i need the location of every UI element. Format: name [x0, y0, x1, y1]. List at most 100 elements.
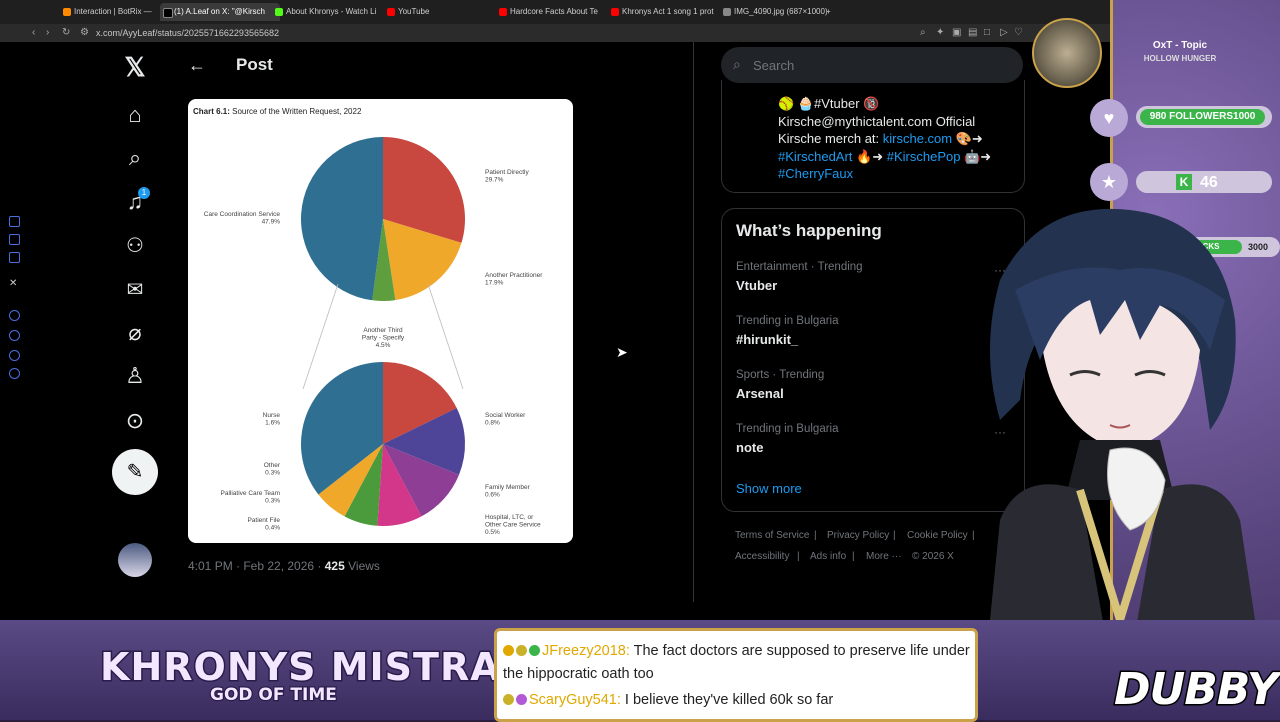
more-icon[interactable]: ⊙	[120, 406, 150, 436]
play-icon[interactable]: ▷	[1000, 27, 1008, 38]
extension-icon[interactable]	[9, 234, 20, 245]
x-logo-icon[interactable]: 𝕏	[120, 52, 150, 82]
follow-icon[interactable]: ⚇	[120, 231, 150, 261]
tab-x-post[interactable]: (1) A.Leaf on X: "@Kirsch	[160, 3, 280, 21]
chat-username[interactable]: ScaryGuy541:	[529, 692, 621, 708]
settings-icon[interactable]	[9, 368, 20, 379]
url-field[interactable]: x.com/AyyLeaf/status/2025571662293565682	[96, 24, 279, 42]
extension-icon[interactable]: ▤	[968, 27, 977, 38]
pie-data-label: Another Practitioner 17.9%	[485, 272, 543, 287]
merch-link[interactable]: kirsche.com	[883, 131, 952, 146]
footer-link[interactable]: More ···	[866, 551, 902, 562]
heart-icon: ♥	[1090, 99, 1128, 137]
star-icon: ★	[1090, 163, 1128, 201]
zoom-icon[interactable]: ⌕	[920, 27, 926, 38]
album-art	[1032, 18, 1102, 88]
forward-icon[interactable]: ›	[46, 27, 49, 38]
pie-connector-line	[302, 283, 339, 390]
tab-image[interactable]: IMG_4090.jpg (687×1000)	[720, 3, 838, 21]
new-tab-button[interactable]: +	[826, 3, 840, 21]
pie-data-label: Other 0.3%	[264, 462, 281, 477]
messages-icon[interactable]: ✉	[120, 275, 150, 305]
back-icon[interactable]: ‹	[32, 27, 35, 38]
pie-data-label: Care Coordination Service 47.9%	[204, 211, 281, 226]
search-placeholder: Search	[753, 58, 795, 73]
chat-text: I believe they've killed 60k so far	[620, 692, 834, 708]
compose-post-button[interactable]: ✎	[112, 449, 158, 495]
tab-botrix[interactable]: Interaction | BotRix —	[60, 3, 170, 21]
pie-data-label: Patient File 0.4%	[247, 517, 280, 532]
side-extension-bar: ✕	[6, 210, 22, 390]
home-icon[interactable]: ⌂	[120, 100, 150, 130]
footer-link[interactable]: Terms of Service	[735, 530, 809, 541]
trend-item[interactable]: note	[736, 440, 763, 455]
pie-data-label: Another Third Party - Specify 4.5%	[362, 327, 405, 349]
extension-icon[interactable]: □	[984, 27, 990, 38]
post-image-chart[interactable]: Chart 6.1: Source of the Written Request…	[188, 99, 573, 543]
grok-icon[interactable]: ⌀	[120, 318, 150, 348]
extension-icon[interactable]	[9, 310, 20, 321]
streamer-logo-subtitle: GOD OF TIME	[209, 684, 338, 707]
chat-username[interactable]: JFreezy2018:	[542, 643, 630, 659]
browser-window: Interaction | BotRix — (1) A.Leaf on X: …	[0, 0, 1113, 620]
hashtag-link[interactable]: #KirschePop	[887, 149, 961, 164]
tab-favicon	[63, 8, 71, 16]
trend-item[interactable]: Arsenal	[736, 386, 784, 401]
tab-khronys-song[interactable]: Khronys Act 1 song 1 prot	[608, 3, 726, 21]
hashtag-link[interactable]: #KirschedArt	[778, 149, 852, 164]
svg-text:Chart 6.1: Source of the Writt: Chart 6.1: Source of the Written Request…	[193, 107, 362, 116]
footer-link[interactable]: Accessibility	[735, 551, 789, 562]
notification-badge: 1	[138, 187, 150, 199]
hashtag-link[interactable]: #CherryFaux	[778, 166, 853, 181]
gift-badge-icon	[516, 694, 527, 705]
views-count: 425	[324, 559, 345, 573]
tab-youtube[interactable]: YouTube	[384, 3, 498, 21]
trend-item[interactable]: #hirunkit_	[736, 332, 798, 347]
chart-subtitle: Source of the Written Request, 2022	[232, 107, 362, 116]
x-icon[interactable]: ✕	[9, 278, 17, 289]
footer-link[interactable]: Privacy Policy	[827, 530, 889, 541]
trend-meta: Sports · Trending	[736, 369, 825, 381]
now-playing-title: OxT - Topic	[1152, 40, 1208, 51]
show-more-link[interactable]: Show more	[736, 481, 802, 496]
chat-message: ScaryGuy541: I believe they've killed 60…	[503, 692, 833, 708]
bio-line: 🥎 🧁#Vtuber 🔞	[778, 96, 880, 111]
gift-badge-icon	[529, 645, 540, 656]
trend-item[interactable]: Vtuber	[736, 278, 777, 293]
extension-icon[interactable]	[9, 252, 20, 263]
tab-favicon	[499, 8, 507, 16]
tab-kick[interactable]: About Khronys - Watch Li	[272, 3, 386, 21]
page-title: Post	[236, 55, 273, 74]
badge-icon	[516, 645, 527, 656]
footer-link[interactable]: Cookie Policy	[907, 530, 968, 541]
chart-title: Chart 6.1:	[193, 107, 230, 116]
trend-meta: Trending in Bulgaria	[736, 315, 839, 327]
views-label: Views	[344, 559, 380, 573]
extension-icon[interactable]	[9, 216, 20, 227]
footer-link[interactable]: Ads info	[810, 551, 846, 562]
post-metadata: 4:01 PM · Feb 22, 2026 · 425 Views	[188, 559, 380, 573]
heart-icon[interactable]: ♡	[1014, 27, 1023, 38]
extension-icon[interactable]	[9, 350, 20, 361]
profile-icon[interactable]: ♙	[120, 361, 150, 391]
chat-message: JFreezy2018: The fact doctors are suppos…	[503, 643, 970, 659]
footer-separator: |	[852, 551, 855, 562]
site-info-icon[interactable]: ⚙	[80, 27, 89, 38]
avatar[interactable]	[118, 543, 152, 577]
reload-icon[interactable]: ↻	[62, 27, 70, 38]
tab-favicon	[163, 8, 173, 18]
tab-favicon	[611, 8, 619, 16]
artist-signature: DUBBY	[1113, 663, 1280, 717]
sub-badge-icon	[503, 645, 514, 656]
tab-hardcore-facts[interactable]: Hardcore Facts About Te	[496, 3, 614, 21]
search-input[interactable]: ⌕ Search	[721, 47, 1023, 83]
tab-favicon	[723, 8, 731, 16]
back-arrow-icon[interactable]: ←	[188, 55, 206, 76]
extension-icon[interactable]: ▣	[952, 27, 961, 38]
explore-icon[interactable]: ⌕	[120, 143, 150, 173]
tab-favicon	[387, 8, 395, 16]
extension-icon[interactable]	[9, 330, 20, 341]
pin-icon[interactable]: ✦	[936, 27, 944, 38]
bio-line: #CherryFaux	[778, 166, 853, 181]
badge-icon	[503, 694, 514, 705]
